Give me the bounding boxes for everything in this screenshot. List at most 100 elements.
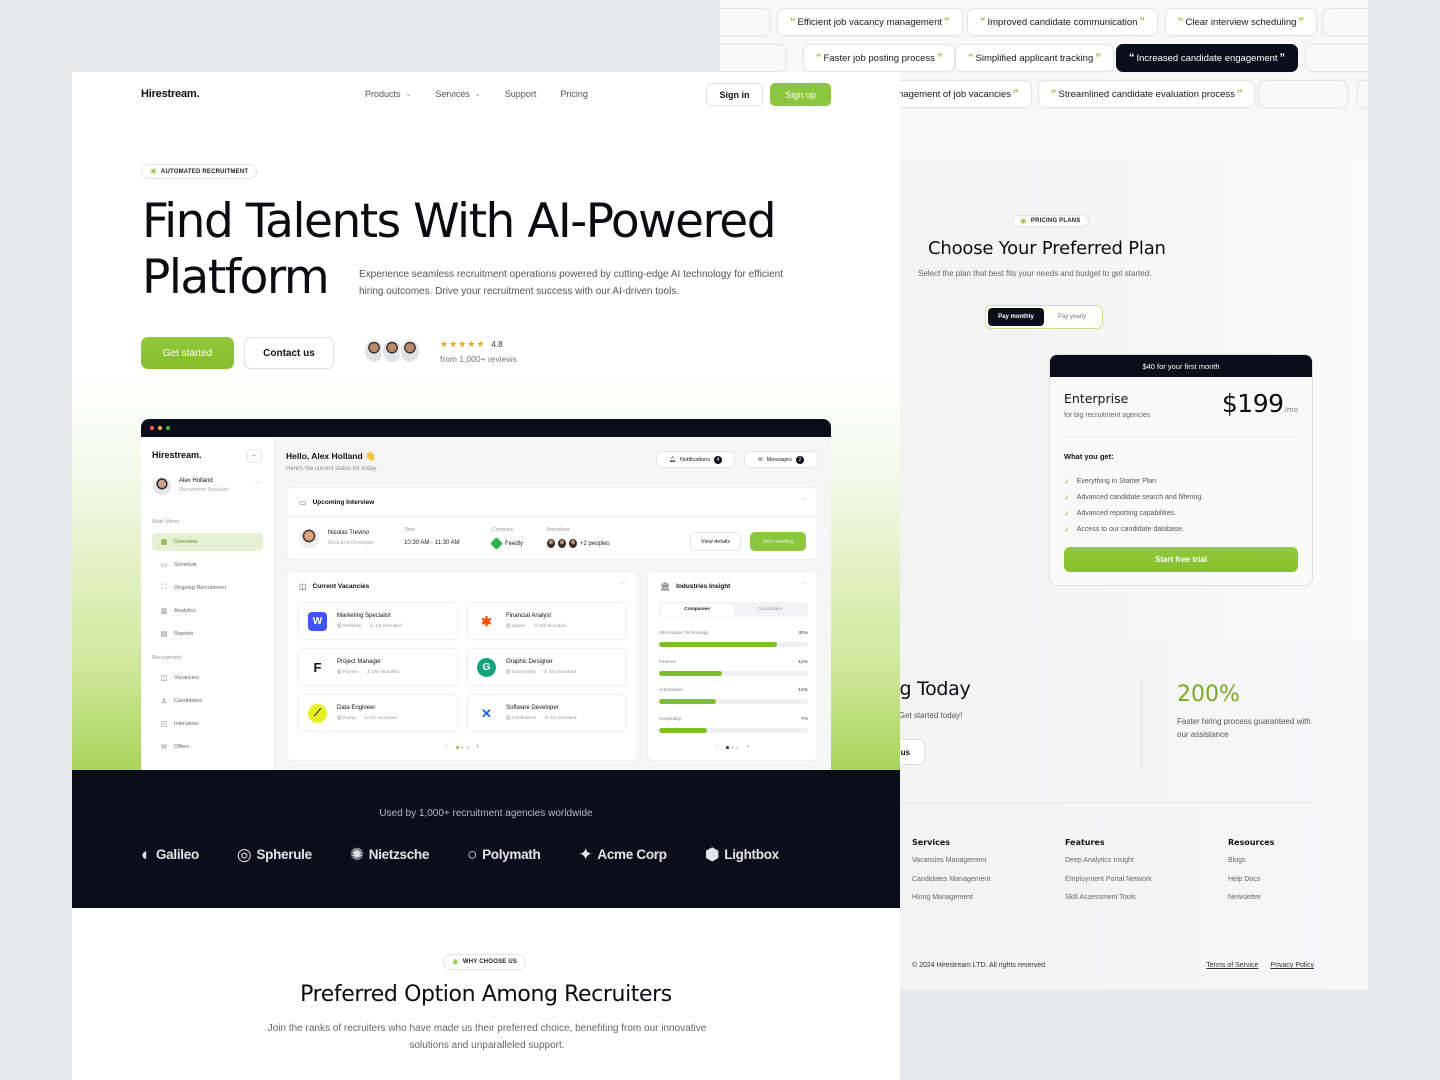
rating-value: 4.8 [491, 340, 503, 349]
footer-heading: Features [1065, 838, 1105, 847]
mail-icon: ✉ [161, 744, 167, 751]
footer-link[interactable]: Deep Analytics Insight [1065, 857, 1152, 876]
chevron-right-icon[interactable]: › [477, 744, 479, 750]
customer-logos-band: Used by 1,000+ recruitment agencies worl… [72, 770, 900, 908]
nav-services[interactable]: Services ⌄ [435, 89, 480, 99]
pager-dot[interactable] [736, 745, 739, 749]
get-started-button[interactable]: Get started [141, 337, 234, 369]
terms-link[interactable]: Terms of Service [1206, 962, 1258, 969]
brand-icon: ○ [467, 845, 478, 864]
sidebar-item-schedule[interactable]: ▭ Schedule [152, 556, 263, 574]
nav-pricing[interactable]: Pricing [560, 89, 588, 99]
sidebar-item-ongoing-recruitment[interactable]: ⛶ Ongoing Recruitment [152, 579, 263, 597]
logo[interactable]: Hirestream. [141, 88, 200, 100]
tab-candidates[interactable]: Candidates [734, 604, 807, 616]
footer-column-features: Features Deep Analytics Insight Employme… [1065, 838, 1152, 913]
sidebar-item-candidates[interactable]: ♙ Candidates [152, 692, 263, 710]
more-icon[interactable]: ··· [255, 479, 262, 486]
progress-fill [659, 670, 722, 676]
bank-icon: 🏛︎ [660, 582, 671, 591]
pager-dot[interactable] [455, 745, 459, 749]
privacy-link[interactable]: Privacy Policy [1270, 962, 1314, 969]
attendees-label: Attendees [547, 527, 570, 533]
industry-row: Automotive 10% [659, 688, 808, 704]
testimonial-text: nagement of job vacancies [898, 88, 1012, 100]
vacancy-item[interactable]: ✕ Software Developer ▥ Confluence ♙ 0/1 rec… [467, 694, 627, 732]
footer-link[interactable]: Help Docs [1228, 876, 1274, 895]
footer-link[interactable]: Employment Portal Network [1065, 876, 1152, 895]
brand-logo-lightbox: ⬢ Lightbox [705, 846, 779, 863]
pager-dot[interactable] [460, 745, 464, 749]
sidebar-item-offers[interactable]: ✉ Offers [152, 738, 263, 756]
features-title: What you get: [1064, 452, 1114, 461]
billing-toggle[interactable]: Pay monthly Pay yearly [985, 305, 1103, 329]
view-details-button[interactable]: View details [690, 532, 741, 551]
billing-option-monthly[interactable]: Pay monthly [988, 308, 1044, 326]
bell-icon: 🔔︎ [669, 456, 676, 463]
start-trial-button[interactable]: Start free trial [1064, 547, 1298, 572]
messages-button[interactable]: ✉ Messages 2 [744, 451, 818, 468]
progress-track [659, 699, 808, 704]
vacancy-item[interactable]: W Marketing Specialist ▥ Webflow ♙ 1/4 recr… [298, 602, 458, 640]
candidate-name: Nicolas Trevino [328, 530, 370, 536]
feedly-logo-icon [490, 537, 503, 550]
company-text: Framer [342, 670, 359, 675]
contact-us-button[interactable]: Contact us [244, 337, 334, 369]
pager-dot[interactable] [465, 745, 469, 749]
testimonial-chip: “Improved candidate communication” [967, 8, 1158, 36]
industry-label: Finance [659, 659, 677, 665]
nav-products[interactable]: Products ⌄ [365, 89, 411, 99]
sidebar-logo: Hirestream. [152, 450, 202, 460]
recruited-count: ♙ 0/1 recruited [363, 716, 396, 721]
sparkle-icon: ✳ [150, 167, 157, 176]
sidebar-item-interviews[interactable]: ◰ Interviews [152, 715, 263, 733]
sidebar-item-reports[interactable]: ▤ Reports [152, 625, 263, 643]
tab-companies[interactable]: Companies [660, 603, 734, 616]
reviewer-avatars [363, 338, 421, 364]
insight-pager: ‹ › [648, 744, 817, 750]
vacancy-item[interactable]: ⟋ Data Engineer ▥ Ramp ♙ 0/1 recruited [298, 694, 458, 732]
company: Feedly [490, 537, 523, 550]
more-icon[interactable]: ··· [800, 496, 807, 503]
chevron-left-icon[interactable]: ‹ [446, 744, 448, 750]
pager-dot[interactable] [731, 745, 734, 749]
more-icon[interactable]: ··· [620, 580, 627, 587]
vacancy-item[interactable]: F Project Manager ▥ Framer ♙ 2/4 recruited [298, 648, 458, 686]
footer-link[interactable]: Blogs [1228, 857, 1274, 876]
join-meeting-button[interactable]: Join meeting [750, 532, 806, 551]
company-name: ▥ Confluence [506, 716, 537, 721]
footer-link[interactable]: Vacancies Management [912, 857, 990, 876]
check-icon: ✓ [1064, 476, 1071, 486]
footer-link[interactable]: Hiring Management [912, 894, 990, 913]
pager-dot[interactable] [726, 745, 729, 749]
more-icon[interactable]: ··· [800, 580, 807, 587]
vacancy-item[interactable]: G Graphic Designer ▥ Grammarly ♙ 0/2 recrui… [467, 648, 627, 686]
sign-in-button[interactable]: Sign in [706, 83, 763, 106]
company-label: Company [492, 527, 514, 533]
sidebar-item-analytics[interactable]: ▥ Analytics [152, 602, 263, 620]
nav-support[interactable]: Support [505, 89, 537, 99]
collapse-sidebar-button[interactable]: ⇤ [247, 449, 262, 463]
pager-dots [726, 745, 739, 749]
vacancy-item[interactable]: ✱ Financial Analyst ▥ Zapier ♙ 0/3 recruite… [467, 602, 627, 640]
billing-option-yearly[interactable]: Pay yearly [1044, 308, 1100, 326]
footer-link[interactable]: Newsletter [1228, 894, 1274, 913]
footer-column-services: Services Vacancies Management Candidates… [912, 838, 990, 913]
sign-up-button[interactable]: Sign up [770, 83, 831, 106]
time-label: Time [404, 527, 415, 533]
sidebar-item-overview[interactable]: ▦ Overview [152, 533, 263, 551]
chevron-down-icon: ⌄ [474, 91, 481, 98]
footer-link[interactable]: Skill Assessment Tools [1065, 894, 1152, 913]
recruited-count: ♙ 0/1 recruited [544, 716, 577, 721]
chevron-right-icon[interactable]: › [747, 744, 749, 750]
file-icon: ▤ [160, 631, 168, 638]
price-period: /mo [1284, 406, 1298, 414]
footer-link[interactable]: Candidates Management [912, 876, 990, 895]
nav-label: Products [365, 89, 401, 99]
notifications-button[interactable]: 🔔︎ Notifications 4 [656, 451, 735, 468]
chevron-left-icon[interactable]: ‹ [716, 744, 718, 750]
card-title-text: Current Vacancies [312, 583, 370, 590]
plan-card-enterprise: $40 for your first month Enterprise for … [1049, 354, 1313, 586]
sidebar-item-vacancies[interactable]: ◫ Vacancies [152, 669, 263, 687]
plan-banner: $40 for your first month [1050, 355, 1312, 377]
